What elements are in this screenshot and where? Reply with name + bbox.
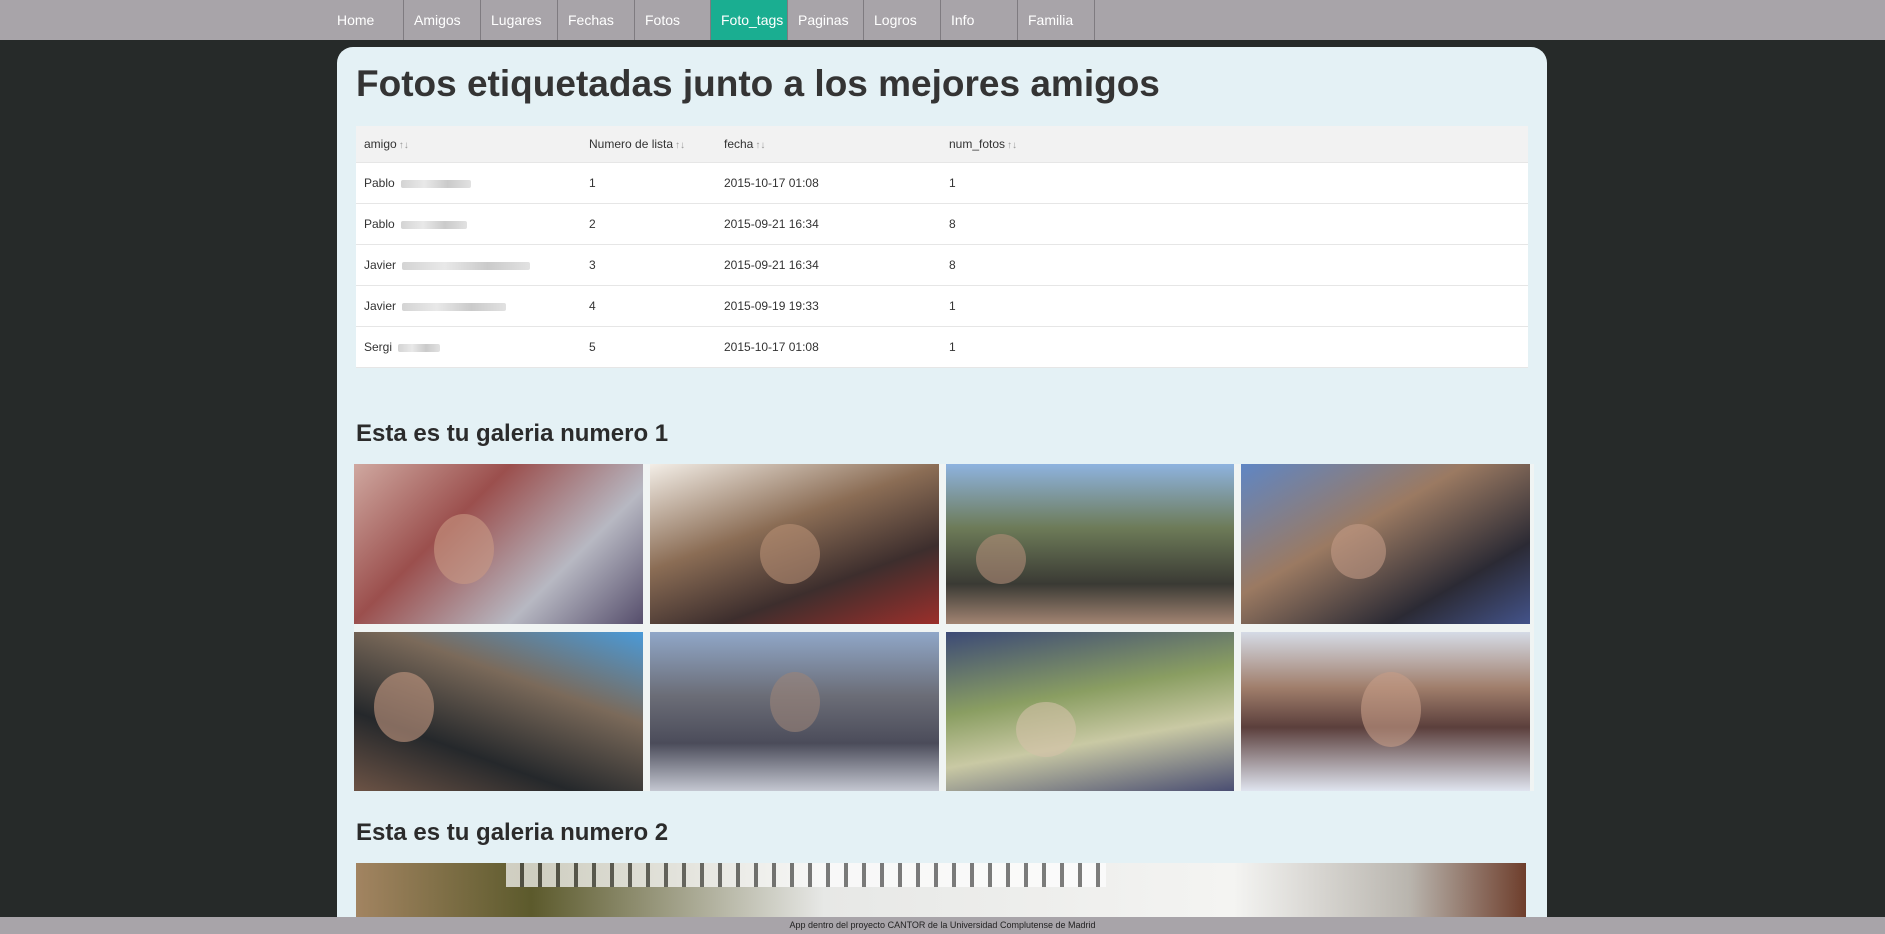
cell-fecha: 2015-09-19 19:33 — [716, 285, 941, 327]
cell-amigo: Javier — [356, 285, 581, 327]
gallery-photo[interactable] — [354, 464, 643, 624]
table-row: Javier 4 2015-09-19 19:33 1 — [356, 285, 1528, 327]
sort-icon: ↑↓ — [755, 140, 766, 151]
gallery-photo — [506, 863, 1106, 887]
redacted-surname — [402, 302, 507, 311]
best-friends-table: amigo ↑↓ Numero de lista ↑↓ fecha ↑↓ num_fo… — [356, 126, 1528, 368]
nav-item-fotos[interactable]: Fotos — [635, 0, 711, 40]
cell-amigo: Pablo — [356, 162, 581, 204]
gallery-photo[interactable] — [1241, 464, 1530, 624]
cell-num-fotos: 1 — [941, 162, 1528, 204]
main-content-panel: Fotos etiquetadas junto a los mejores am… — [337, 47, 1547, 934]
sort-icon: ↑↓ — [675, 140, 686, 151]
cell-num-fotos: 8 — [941, 244, 1528, 286]
cell-fecha: 2015-09-21 16:34 — [716, 244, 941, 286]
nav-item-paginas[interactable]: Paginas — [788, 0, 864, 40]
cell-numero: 5 — [581, 326, 716, 368]
cell-numero: 2 — [581, 203, 716, 245]
cell-numero: 4 — [581, 285, 716, 327]
sort-icon: ↑↓ — [1007, 140, 1018, 151]
cell-amigo: Pablo — [356, 203, 581, 245]
nav-item-fechas[interactable]: Fechas — [558, 0, 635, 40]
nav-item-home[interactable]: Home — [327, 0, 404, 40]
cell-num-fotos: 1 — [941, 285, 1528, 327]
top-navigation-bar: Home Amigos Lugares Fechas Fotos Foto_ta… — [0, 0, 1885, 40]
cell-amigo: Sergi — [356, 326, 581, 368]
cell-num-fotos: 1 — [941, 326, 1528, 368]
column-header-num-fotos[interactable]: num_fotos ↑↓ — [941, 126, 1528, 163]
cell-fecha: 2015-10-17 01:08 — [716, 326, 941, 368]
column-header-numero[interactable]: Numero de lista ↑↓ — [581, 126, 716, 163]
redacted-surname — [402, 261, 531, 270]
nav-item-lugares[interactable]: Lugares — [481, 0, 558, 40]
column-header-fecha[interactable]: fecha ↑↓ — [716, 126, 941, 163]
table-row: Pablo 2 2015-09-21 16:34 8 — [356, 203, 1528, 245]
table-header-row: amigo ↑↓ Numero de lista ↑↓ fecha ↑↓ num_fo… — [356, 126, 1528, 163]
cell-numero: 1 — [581, 162, 716, 204]
gallery-photo[interactable] — [945, 464, 1235, 624]
table-row: Pablo 1 2015-10-17 01:08 1 — [356, 162, 1528, 204]
gallery-photo[interactable] — [354, 631, 643, 791]
nav-item-amigos[interactable]: Amigos — [404, 0, 481, 40]
nav-item-info[interactable]: Info — [941, 0, 1018, 40]
nav-item-foto-tags[interactable]: Foto_tags — [711, 0, 788, 40]
redacted-surname — [400, 220, 467, 229]
gallery-photo[interactable] — [945, 631, 1235, 791]
photo-gallery-1 — [354, 464, 1534, 791]
cell-amigo: Javier — [356, 244, 581, 286]
footer: App dentro del proyecto CANTOR de la Uni… — [0, 917, 1885, 934]
redacted-surname — [400, 179, 471, 188]
cell-fecha: 2015-09-21 16:34 — [716, 203, 941, 245]
page-title: Fotos etiquetadas junto a los mejores am… — [356, 63, 1160, 104]
cell-fecha: 2015-10-17 01:08 — [716, 162, 941, 204]
gallery-photo[interactable] — [649, 631, 939, 791]
gallery-photo[interactable] — [649, 464, 939, 624]
cell-numero: 3 — [581, 244, 716, 286]
column-header-amigo[interactable]: amigo ↑↓ — [356, 126, 581, 163]
nav-item-familia[interactable]: Familia — [1018, 0, 1095, 40]
gallery-photo[interactable] — [1241, 631, 1530, 791]
sort-icon: ↑↓ — [398, 140, 409, 151]
cell-num-fotos: 8 — [941, 203, 1528, 245]
gallery-2-title: Esta es tu galeria numero 2 — [356, 819, 669, 846]
gallery-1-title: Esta es tu galeria numero 1 — [356, 420, 669, 447]
table-row: Sergi 5 2015-10-17 01:08 1 — [356, 326, 1528, 368]
redacted-surname — [398, 343, 441, 352]
nav-menu: Home Amigos Lugares Fechas Fotos Foto_ta… — [327, 0, 1095, 40]
nav-item-logros[interactable]: Logros — [864, 0, 941, 40]
table-row: Javier 3 2015-09-21 16:34 8 — [356, 244, 1528, 286]
